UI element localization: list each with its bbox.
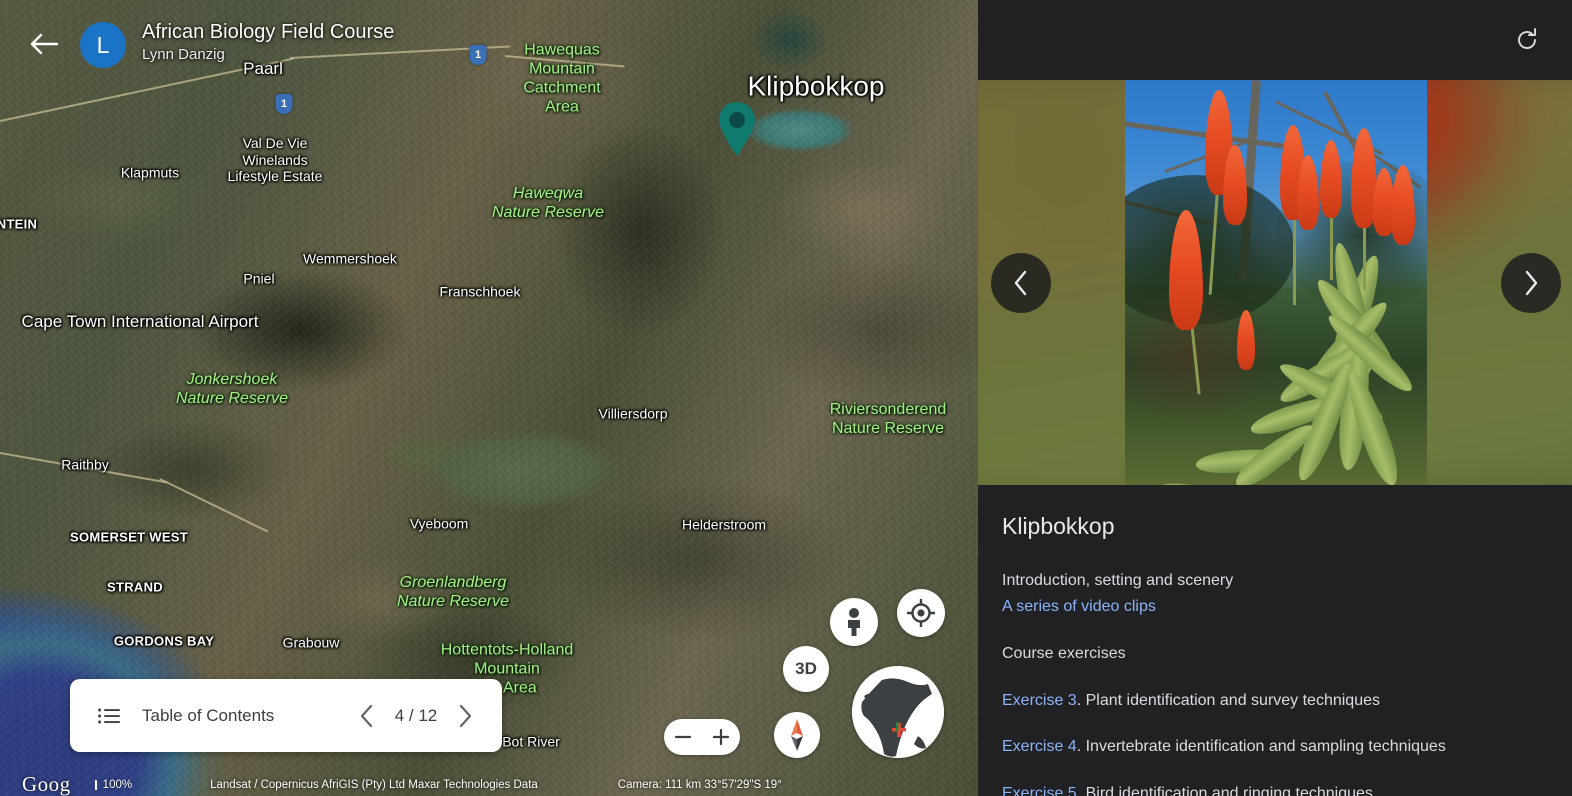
exercise-row: Exercise 5. Bird identification and ring… (1002, 781, 1572, 796)
refresh-button[interactable] (1510, 23, 1544, 57)
3d-toggle-button[interactable]: 3D (783, 646, 829, 692)
back-arrow-icon (30, 33, 58, 55)
exercise-text: . Plant identification and survey techni… (1077, 692, 1380, 709)
course-exercises-heading: Course exercises (1002, 641, 1572, 667)
chevron-right-icon (1523, 270, 1539, 296)
zoom-in-button[interactable] (707, 723, 735, 751)
panel-toolbar (978, 0, 1572, 80)
plus-icon (712, 728, 730, 746)
my-location-button[interactable] (897, 589, 945, 637)
avatar-initial: L (97, 32, 110, 59)
pegman-button[interactable] (830, 598, 878, 646)
my-location-icon (907, 599, 935, 627)
content-panel: Klipbokkop Introduction, setting and sce… (978, 0, 1572, 796)
refresh-icon (1514, 27, 1540, 53)
map-pin-klipbokkop[interactable] (716, 101, 758, 162)
toc-next-button[interactable] (452, 703, 478, 729)
toc-counter: 4 / 12 (394, 706, 438, 726)
exercise-link[interactable]: Exercise 5 (1002, 785, 1077, 796)
toc-prev-button[interactable] (354, 703, 380, 729)
highway-shield: 1 (276, 94, 293, 114)
compass-icon (787, 718, 807, 752)
exercise-row: Exercise 3. Plant identification and sur… (1002, 688, 1572, 714)
panel-content: Klipbokkop Introduction, setting and sce… (978, 485, 1572, 796)
map-pane[interactable]: 1 1 Paarl Klapmuts Val De Vie Winelands … (0, 0, 978, 796)
exercise-text: . Invertebrate identification and sampli… (1077, 738, 1446, 755)
zoom-out-button[interactable] (669, 723, 697, 751)
place-title: Klipbokkop (1002, 513, 1572, 540)
carousel-photo (1125, 80, 1427, 485)
carousel-next-button[interactable] (1501, 253, 1561, 313)
pegman-icon (841, 607, 867, 637)
carousel-prev-button[interactable] (991, 253, 1051, 313)
avatar[interactable]: L (80, 22, 126, 68)
intro-line: Introduction, setting and scenery (1002, 568, 1572, 594)
terrain-texture (0, 0, 978, 796)
globe-button[interactable] (852, 666, 944, 758)
chevron-left-icon (359, 704, 375, 728)
google-earth-project-view: 1 1 Paarl Klapmuts Val De Vie Winelands … (0, 0, 1572, 796)
map-header: L African Biology Field Course Lynn Danz… (0, 0, 978, 80)
project-title-block: African Biology Field Course Lynn Danzig (142, 18, 394, 65)
spacer (1002, 619, 1572, 641)
exercise-link[interactable]: Exercise 4 (1002, 738, 1077, 755)
page-title: African Biology Field Course (142, 20, 394, 45)
table-of-contents-label: Table of Contents (142, 706, 354, 726)
map-pin-icon (716, 101, 758, 157)
project-author: Lynn Danzig (142, 45, 394, 65)
toc-pagination: 4 / 12 (354, 703, 502, 729)
highway-shield-label: 1 (281, 98, 287, 110)
list-icon[interactable] (98, 708, 120, 724)
chevron-left-icon (1013, 270, 1029, 296)
back-button[interactable] (28, 28, 60, 60)
chevron-right-icon (457, 704, 473, 728)
exercise-text: . Bird identification and ringing techni… (1077, 785, 1373, 796)
list-icon-glyph (98, 708, 120, 724)
exercise-link[interactable]: Exercise 3 (1002, 692, 1077, 709)
exercise-row: Exercise 4. Invertebrate identification … (1002, 734, 1572, 760)
3d-label: 3D (795, 659, 817, 679)
zoom-controls[interactable] (664, 719, 740, 755)
minus-icon (674, 728, 692, 746)
globe-icon (852, 666, 944, 758)
video-clips-link[interactable]: A series of video clips (1002, 594, 1572, 620)
compass-button[interactable] (774, 712, 820, 758)
table-of-contents-bar[interactable]: Table of Contents 4 / 12 (70, 679, 502, 752)
photo-carousel[interactable] (978, 80, 1572, 485)
